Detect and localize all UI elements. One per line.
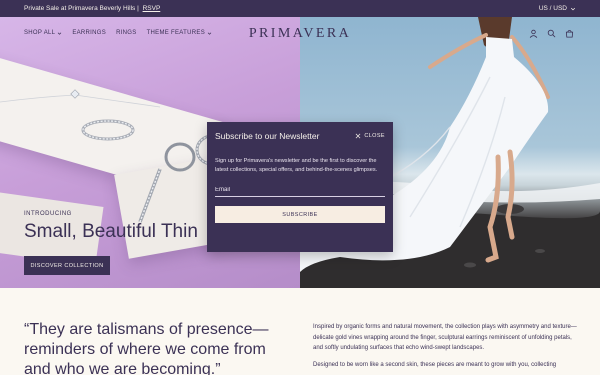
popup-description: Sign up for Primavera's newsletter and b… <box>215 158 378 173</box>
body-paragraph: Inspired by organic forms and natural mo… <box>313 324 577 351</box>
cart-icon <box>565 29 573 38</box>
popup-header: Subscribe to our Newsletter CLOSE <box>215 131 385 141</box>
close-label: CLOSE <box>364 133 385 139</box>
chevron-down-icon <box>58 32 62 35</box>
nav-links: SHOP ALL EARRINGS RINGS THEME FEATURES <box>24 30 212 36</box>
main-navigation: SHOP ALL EARRINGS RINGS THEME FEATURES P… <box>0 17 600 49</box>
pull-quote: “They are talismans of presence—reminder… <box>24 321 269 375</box>
close-icon <box>355 133 361 139</box>
nav-item-theme-features[interactable]: THEME FEATURES <box>147 30 212 36</box>
email-field[interactable] <box>215 186 385 198</box>
search-button[interactable] <box>546 28 556 38</box>
rsvp-link[interactable]: RSVP <box>143 5 161 12</box>
editorial-section: “They are talismans of presence—reminder… <box>0 288 600 375</box>
user-icon <box>529 29 537 38</box>
nav-item-label: RINGS <box>116 30 137 36</box>
subscribe-button[interactable]: SUBSCRIBE <box>215 206 385 224</box>
account-button[interactable] <box>528 28 538 38</box>
cart-button[interactable] <box>564 28 574 38</box>
body-paragraph: Designed to be worn like a second skin, … <box>313 361 557 368</box>
newsletter-popup: Subscribe to our Newsletter CLOSE Sign u… <box>207 122 393 252</box>
announcement-bar: Private Sale at Primavera Beverly Hills … <box>0 0 600 17</box>
announcement-message: Private Sale at Primavera Beverly Hills … <box>24 5 160 12</box>
locale-label: US / USD <box>538 5 567 12</box>
nav-item-label: SHOP ALL <box>24 30 56 36</box>
hero-kicker: INTRODUCING <box>24 211 72 217</box>
search-icon <box>547 29 555 37</box>
editorial-body: Inspired by organic forms and natural mo… <box>313 322 583 370</box>
nav-item-label: EARRINGS <box>72 30 107 36</box>
site-logo[interactable]: PRIMAVERA <box>240 26 360 42</box>
hero-text: INTRODUCING Small, Beautiful Thin <box>24 211 198 243</box>
announcement-text: Private Sale at Primavera Beverly Hills … <box>24 5 139 12</box>
discover-collection-button[interactable]: DISCOVER COLLECTION <box>24 256 110 275</box>
hero-title: Small, Beautiful Thin <box>24 221 198 242</box>
header-icons <box>528 28 574 38</box>
nav-item-shop-all[interactable]: SHOP ALL <box>24 30 62 36</box>
nav-item-label: THEME FEATURES <box>146 30 206 36</box>
popup-title: Subscribe to our Newsletter <box>215 131 320 141</box>
chevron-down-icon <box>207 32 212 35</box>
nav-item-earrings[interactable]: EARRINGS <box>72 30 106 36</box>
locale-selector[interactable]: US / USD <box>539 5 576 12</box>
close-button[interactable]: CLOSE <box>355 133 385 139</box>
nav-item-rings[interactable]: RINGS <box>116 30 137 36</box>
chevron-down-icon <box>570 7 576 10</box>
